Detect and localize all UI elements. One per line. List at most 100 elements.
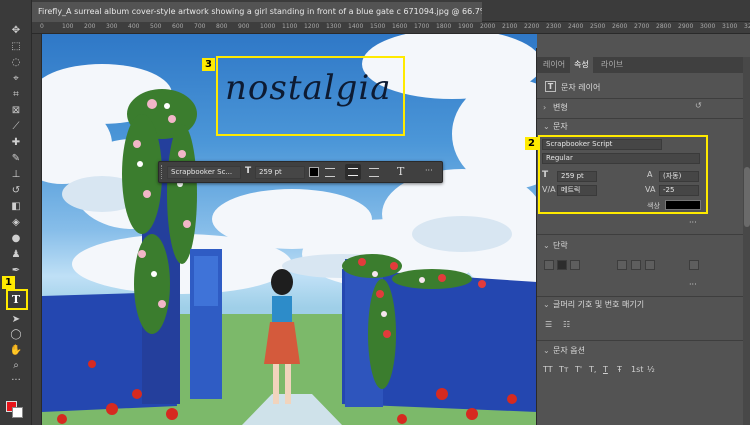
ruler-label: 900 — [238, 23, 250, 30]
warp-text-icon[interactable]: T — [397, 165, 404, 178]
leading-field[interactable]: (자동) — [659, 171, 699, 182]
eraser-tool-icon[interactable]: ◧ — [7, 200, 25, 214]
tools-panel: ✥ ⬚ ◌ ⌖ ⌗ ⊠ ⟋ ✚ ✎ ⊥ ↺ ◧ ◈ ● ♟ ✒ 1 T ➤ ◯ … — [0, 0, 32, 425]
ruler-label: 0 — [40, 23, 44, 30]
ruler-label: 2800 — [656, 23, 672, 30]
crop-tool-icon[interactable]: ⌗ — [7, 88, 25, 102]
ellipse-tool-icon[interactable]: ◯ — [7, 328, 25, 342]
kerning-value: 메트릭 — [561, 186, 581, 194]
ctx-text-color-swatch[interactable] — [309, 167, 319, 177]
type-tool-icon[interactable]: T — [7, 293, 25, 307]
font-size-icon: T — [245, 166, 252, 176]
marquee-tool-icon[interactable]: ⬚ — [7, 40, 25, 54]
more-tools-icon[interactable]: ··· — [7, 374, 25, 388]
ruler-label: 1000 — [260, 23, 276, 30]
font-size-icon-panel: T — [542, 170, 549, 180]
section-bullets[interactable]: ⌄ 글머리 기호 및 번호 매기기 — [537, 298, 743, 312]
horizontal-ruler: 0 100 200 300 400 500 600 700 800 900 1000 1100 1200… — [32, 22, 750, 34]
small-caps-icon[interactable]: Tт — [559, 365, 569, 375]
properties-panel: 레이어 속성 라이브 T 문자 레이어 › 변형 ↺ ⌄ 문자 2 Scrapboo… — [525, 48, 750, 425]
justify-left-icon[interactable] — [617, 260, 627, 270]
background-color-swatch[interactable] — [12, 407, 23, 418]
chevron-down-icon: ⌄ — [543, 122, 550, 131]
font-family-value: Scrapbooker Script — [546, 140, 613, 148]
ruler-label: 1400 — [348, 23, 364, 30]
all-caps-icon[interactable]: TT — [543, 365, 553, 375]
tab-layers[interactable]: 레이어 — [539, 57, 569, 73]
ruler-label: 2500 — [590, 23, 606, 30]
ruler-label: 400 — [128, 23, 140, 30]
drag-handle-icon[interactable] — [161, 165, 165, 179]
font-style-dropdown[interactable]: Regular — [542, 153, 700, 164]
document-tab[interactable]: Firefly_A surreal album cover-style artw… — [32, 2, 482, 22]
align-left-icon[interactable] — [325, 168, 335, 177]
character-more-icon[interactable]: ··· — [689, 218, 697, 227]
numbered-list-icon[interactable]: ☷ — [563, 320, 570, 330]
justify-right-icon[interactable] — [645, 260, 655, 270]
move-tool-icon[interactable]: ✥ — [7, 24, 25, 38]
align-left-icon[interactable] — [544, 260, 554, 270]
subscript-icon[interactable]: T, — [589, 365, 596, 375]
ctx-font-dropdown[interactable]: Scrapbooker Sc... — [167, 166, 241, 179]
bulleted-list-icon[interactable]: ☰ — [545, 320, 552, 330]
healing-brush-tool-icon[interactable]: ✚ — [7, 136, 25, 150]
chevron-down-icon: ⌄ — [543, 346, 550, 355]
history-brush-tool-icon[interactable]: ↺ — [7, 184, 25, 198]
tab-libraries[interactable]: 라이브 — [597, 57, 627, 73]
kerning-dropdown[interactable]: 메트릭 — [557, 185, 597, 196]
tab-properties[interactable]: 속성 — [570, 57, 593, 73]
tracking-dropdown[interactable]: -25 — [659, 185, 699, 196]
ruler-label: 2200 — [524, 23, 540, 30]
object-select-tool-icon[interactable]: ⌖ — [7, 72, 25, 86]
align-center-icon[interactable] — [345, 164, 361, 180]
justify-center-icon[interactable] — [631, 260, 641, 270]
more-options-icon[interactable]: ··· — [425, 166, 433, 175]
zoom-tool-icon[interactable]: ⌕ — [7, 359, 25, 373]
document-canvas[interactable]: 3 nostalgia — [42, 34, 537, 425]
brush-tool-icon[interactable]: ✎ — [7, 152, 25, 166]
lasso-tool-icon[interactable]: ◌ — [7, 56, 25, 70]
align-right-icon[interactable] — [570, 260, 580, 270]
ruler-label: 1500 — [370, 23, 386, 30]
reset-icon[interactable]: ↺ — [695, 101, 702, 110]
section-transform[interactable]: › 변형 — [537, 101, 743, 115]
chevron-right-icon: › — [543, 103, 547, 112]
font-family-dropdown[interactable]: Scrapbooker Script — [542, 139, 662, 150]
justify-all-icon[interactable] — [689, 260, 699, 270]
dodge-tool-icon[interactable]: ♟ — [7, 248, 25, 262]
ruler-label: 1200 — [304, 23, 320, 30]
paragraph-more-icon[interactable]: ··· — [689, 280, 697, 289]
section-paragraph[interactable]: ⌄ 단락 — [537, 239, 743, 253]
panel-scrollbar-thumb[interactable] — [744, 167, 750, 227]
eyedropper-tool-icon[interactable]: ⟋ — [7, 120, 25, 134]
ruler-label: 100 — [62, 23, 74, 30]
paint-bucket-tool-icon[interactable]: ◈ — [7, 216, 25, 230]
fractions-icon[interactable]: ½ — [647, 365, 655, 375]
ruler-label: 1800 — [436, 23, 452, 30]
hand-tool-icon[interactable]: ✋ — [7, 344, 25, 358]
section-character[interactable]: ⌄ 문자 — [537, 120, 743, 134]
headline-text[interactable]: nostalgia — [225, 68, 392, 108]
ordinals-icon[interactable]: 1st — [631, 365, 643, 375]
kerning-icon: V/A — [542, 185, 556, 194]
align-center-icon[interactable] — [557, 260, 567, 270]
ruler-label: 2400 — [568, 23, 584, 30]
chevron-down-icon: ⌄ — [543, 241, 550, 250]
ctx-font-size-field[interactable]: 259 pt — [255, 166, 305, 179]
ctx-font-size-value: 259 pt — [259, 168, 282, 176]
underline-icon[interactable]: T — [603, 365, 608, 375]
ruler-label: 1700 — [414, 23, 430, 30]
frame-tool-icon[interactable]: ⊠ — [7, 104, 25, 118]
tracking-value: -25 — [663, 186, 675, 194]
panel-scrollbar[interactable] — [743, 57, 750, 425]
section-character-options[interactable]: ⌄ 문자 옵션 — [537, 344, 743, 358]
font-size-field[interactable]: 259 pt — [557, 171, 597, 182]
superscript-icon[interactable]: T' — [575, 365, 582, 375]
blur-tool-icon[interactable]: ● — [7, 232, 25, 246]
path-selection-tool-icon[interactable]: ➤ — [7, 313, 25, 327]
section-transform-label: 변형 — [553, 103, 568, 112]
clone-stamp-tool-icon[interactable]: ⊥ — [7, 168, 25, 182]
strikethrough-icon[interactable]: Ŧ — [617, 365, 622, 375]
align-right-icon[interactable] — [369, 168, 379, 177]
text-color-swatch[interactable] — [665, 200, 701, 210]
